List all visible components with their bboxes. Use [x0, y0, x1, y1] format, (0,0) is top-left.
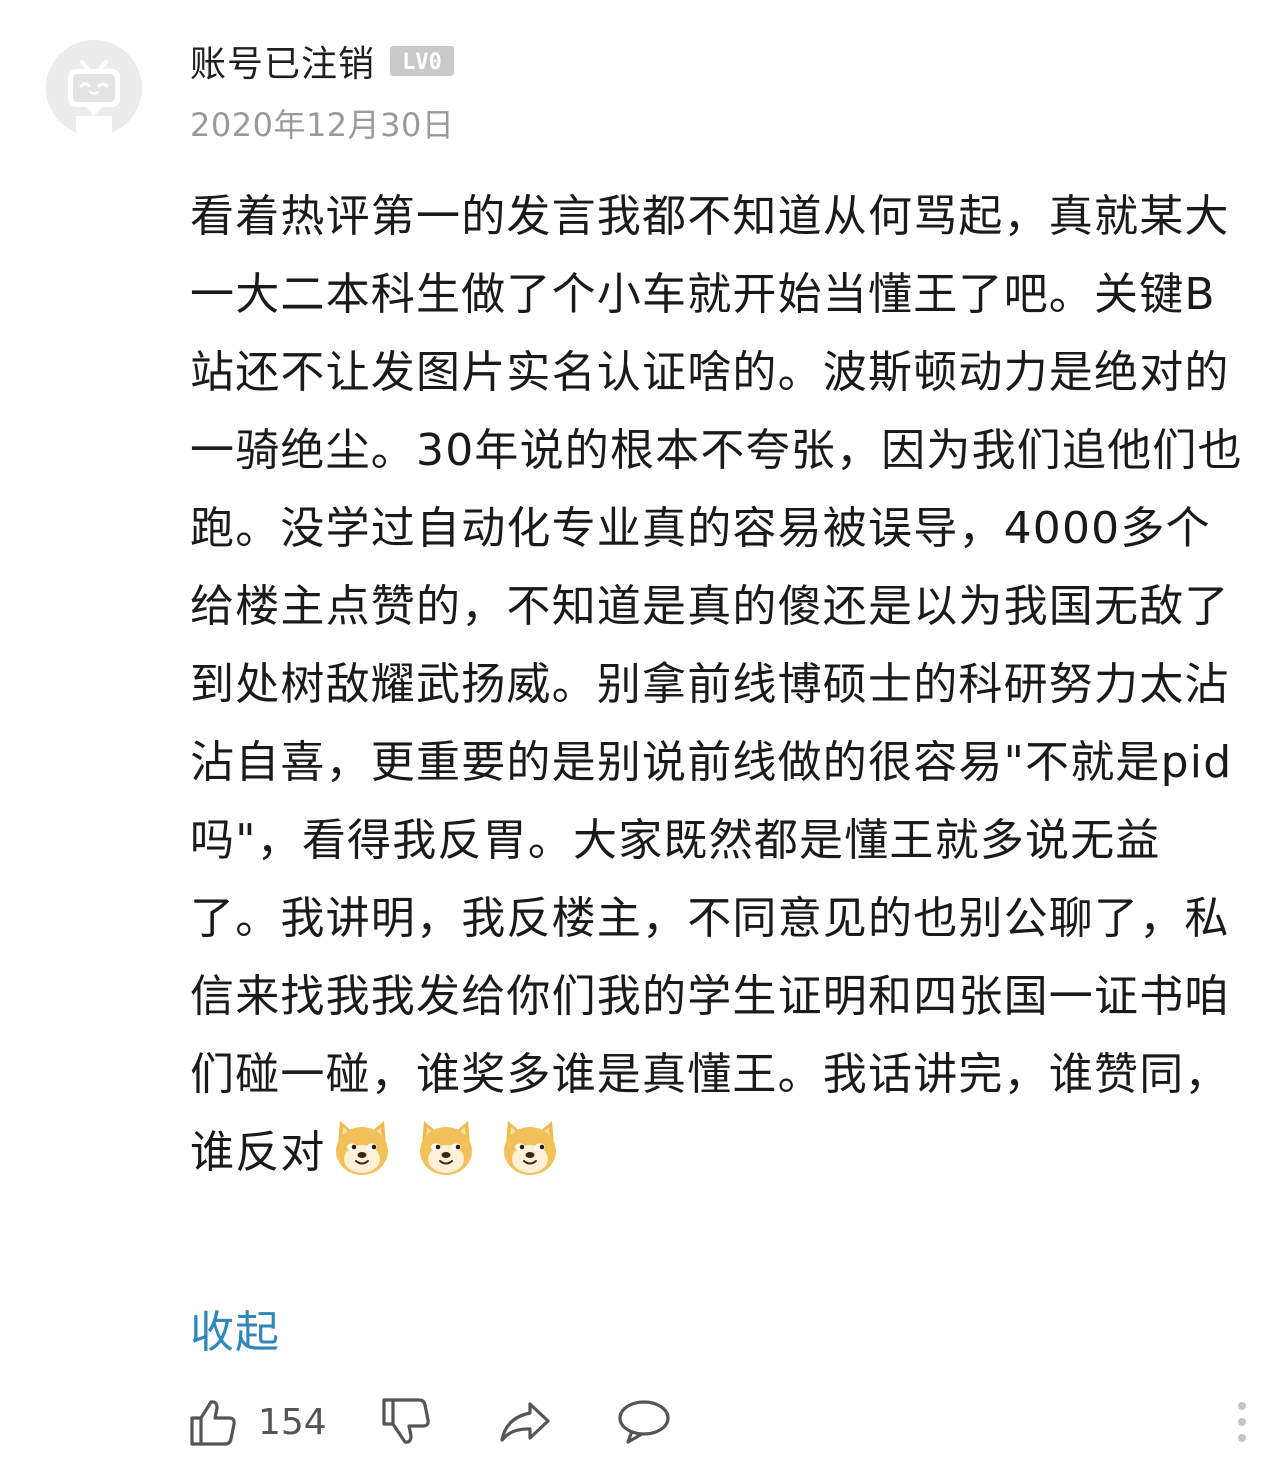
more-button[interactable]: [1216, 1392, 1246, 1452]
level-badge-label: LV0: [402, 50, 442, 75]
collapse-button[interactable]: 收起: [190, 1296, 280, 1360]
avatar[interactable]: [46, 40, 142, 136]
doge-emoji: [330, 1115, 394, 1179]
comment-date: 2020年12月30日: [190, 106, 455, 144]
comment-text: 看着热评第一的发言我都不知道从何骂起，真就某大一大二本科生做了个小车就开始当懂王…: [190, 191, 1243, 1178]
doge-emoji: [414, 1115, 478, 1179]
thumbs-down-icon: [382, 1398, 430, 1444]
comment-bubble-icon: [618, 1400, 670, 1444]
like-count: 154: [258, 1401, 327, 1443]
username[interactable]: 账号已注销: [190, 35, 375, 87]
doge-emoji: [498, 1115, 562, 1179]
comment-card: 账号已注销 LV0 2020年12月30日 看着热评第一的发言我都不知道从何骂起…: [0, 0, 1280, 1477]
bilibili-tv-avatar-icon: [46, 40, 142, 136]
dislike-button[interactable]: [380, 1392, 432, 1452]
comment-body: 看着热评第一的发言我都不知道从何骂起，真就某大一大二本科生做了个小车就开始当懂王…: [190, 178, 1250, 1192]
share-button[interactable]: [498, 1392, 552, 1452]
comment-actions: 154: [188, 1392, 1248, 1452]
more-vertical-icon: [1238, 1402, 1246, 1442]
comment-header: 账号已注销 LV0 2020年12月30日: [190, 36, 455, 146]
thumbs-up-icon: [190, 1400, 236, 1446]
like-button[interactable]: 154: [188, 1392, 327, 1452]
username-row: 账号已注销 LV0: [190, 36, 455, 86]
level-badge-icon: LV0: [390, 46, 455, 76]
share-icon: [500, 1402, 550, 1442]
reply-button[interactable]: [616, 1392, 672, 1452]
